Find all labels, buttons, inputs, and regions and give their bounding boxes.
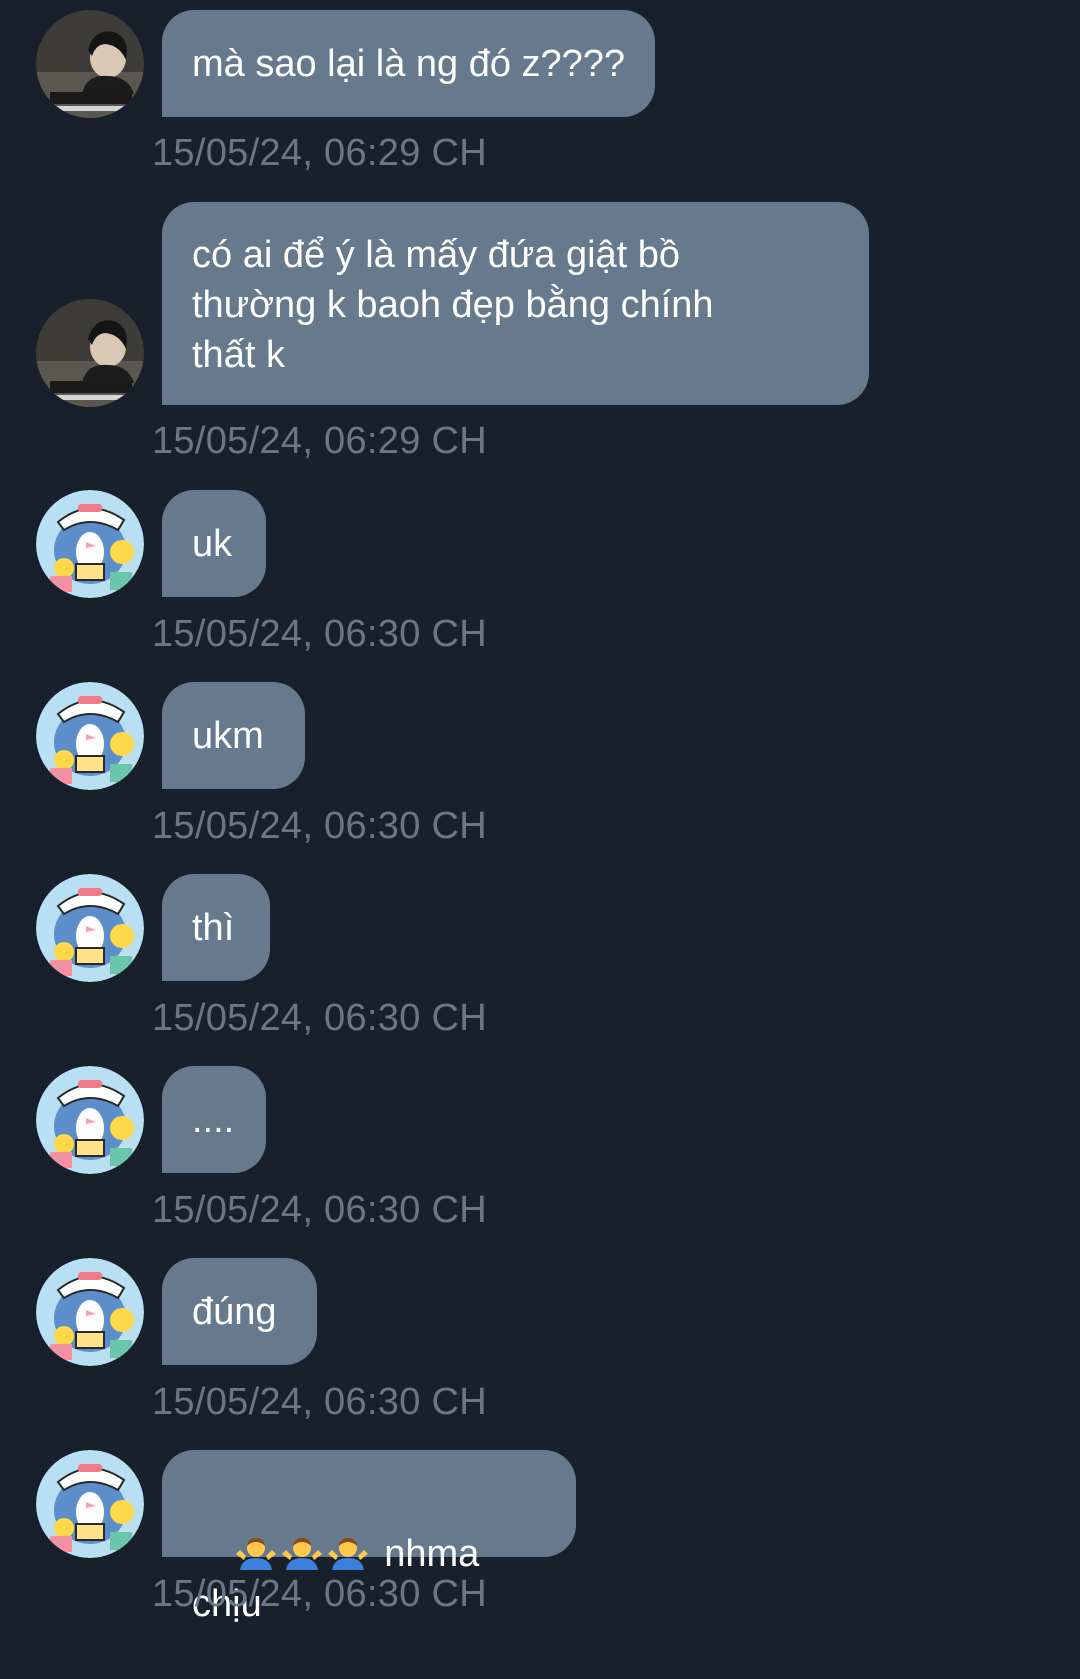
- message-bubble[interactable]: thì: [162, 874, 270, 981]
- avatar[interactable]: [36, 874, 144, 982]
- message-timestamp: 15/05/24, 06:30 CH: [152, 1381, 487, 1423]
- cartoon-penguin-avatar-icon: [36, 1066, 144, 1174]
- person-photo-avatar-icon: [36, 10, 144, 118]
- message-timestamp: 15/05/24, 06:30 CH: [152, 1189, 487, 1231]
- message-timestamp: 15/05/24, 06:29 CH: [152, 132, 487, 174]
- message-bubble[interactable]: đúng: [162, 1258, 317, 1365]
- avatar[interactable]: [36, 682, 144, 790]
- message-bubble[interactable]: mà sao lại là ng đó z????: [162, 10, 656, 117]
- avatar[interactable]: [36, 1258, 144, 1366]
- message-timestamp: 15/05/24, 06:30 CH: [152, 1573, 487, 1615]
- message-bubble[interactable]: có ai để ý là mấy đứa giật bồ thường k b…: [162, 202, 869, 405]
- avatar[interactable]: [36, 1066, 144, 1174]
- cartoon-penguin-avatar-icon: [36, 682, 144, 790]
- avatar[interactable]: [36, 10, 144, 118]
- avatar[interactable]: [36, 490, 144, 598]
- message-timestamp: 15/05/24, 06:29 CH: [152, 420, 487, 462]
- shrug-emoji-group: [234, 1534, 372, 1572]
- cartoon-penguin-avatar-icon: [36, 1258, 144, 1366]
- message-timestamp: 15/05/24, 06:30 CH: [152, 805, 487, 847]
- message-bubble[interactable]: nhma chịu: [162, 1450, 576, 1625]
- man-shrugging-emoji-icon: [236, 1538, 277, 1570]
- message-bubble[interactable]: ....: [162, 1066, 266, 1173]
- message-timestamp: 15/05/24, 06:30 CH: [152, 997, 487, 1039]
- avatar[interactable]: [36, 1450, 144, 1558]
- message-timestamp: 15/05/24, 06:30 CH: [152, 613, 487, 655]
- message-bubble[interactable]: uk: [162, 490, 266, 597]
- man-shrugging-emoji-icon: [282, 1538, 323, 1570]
- cartoon-penguin-avatar-icon: [36, 874, 144, 982]
- message-bubble[interactable]: ukm: [162, 682, 305, 789]
- person-photo-avatar-icon: [36, 299, 144, 407]
- cartoon-penguin-avatar-icon: [36, 1450, 144, 1558]
- cartoon-penguin-avatar-icon: [36, 490, 144, 598]
- man-shrugging-emoji-icon: [328, 1538, 369, 1570]
- avatar[interactable]: [36, 299, 144, 407]
